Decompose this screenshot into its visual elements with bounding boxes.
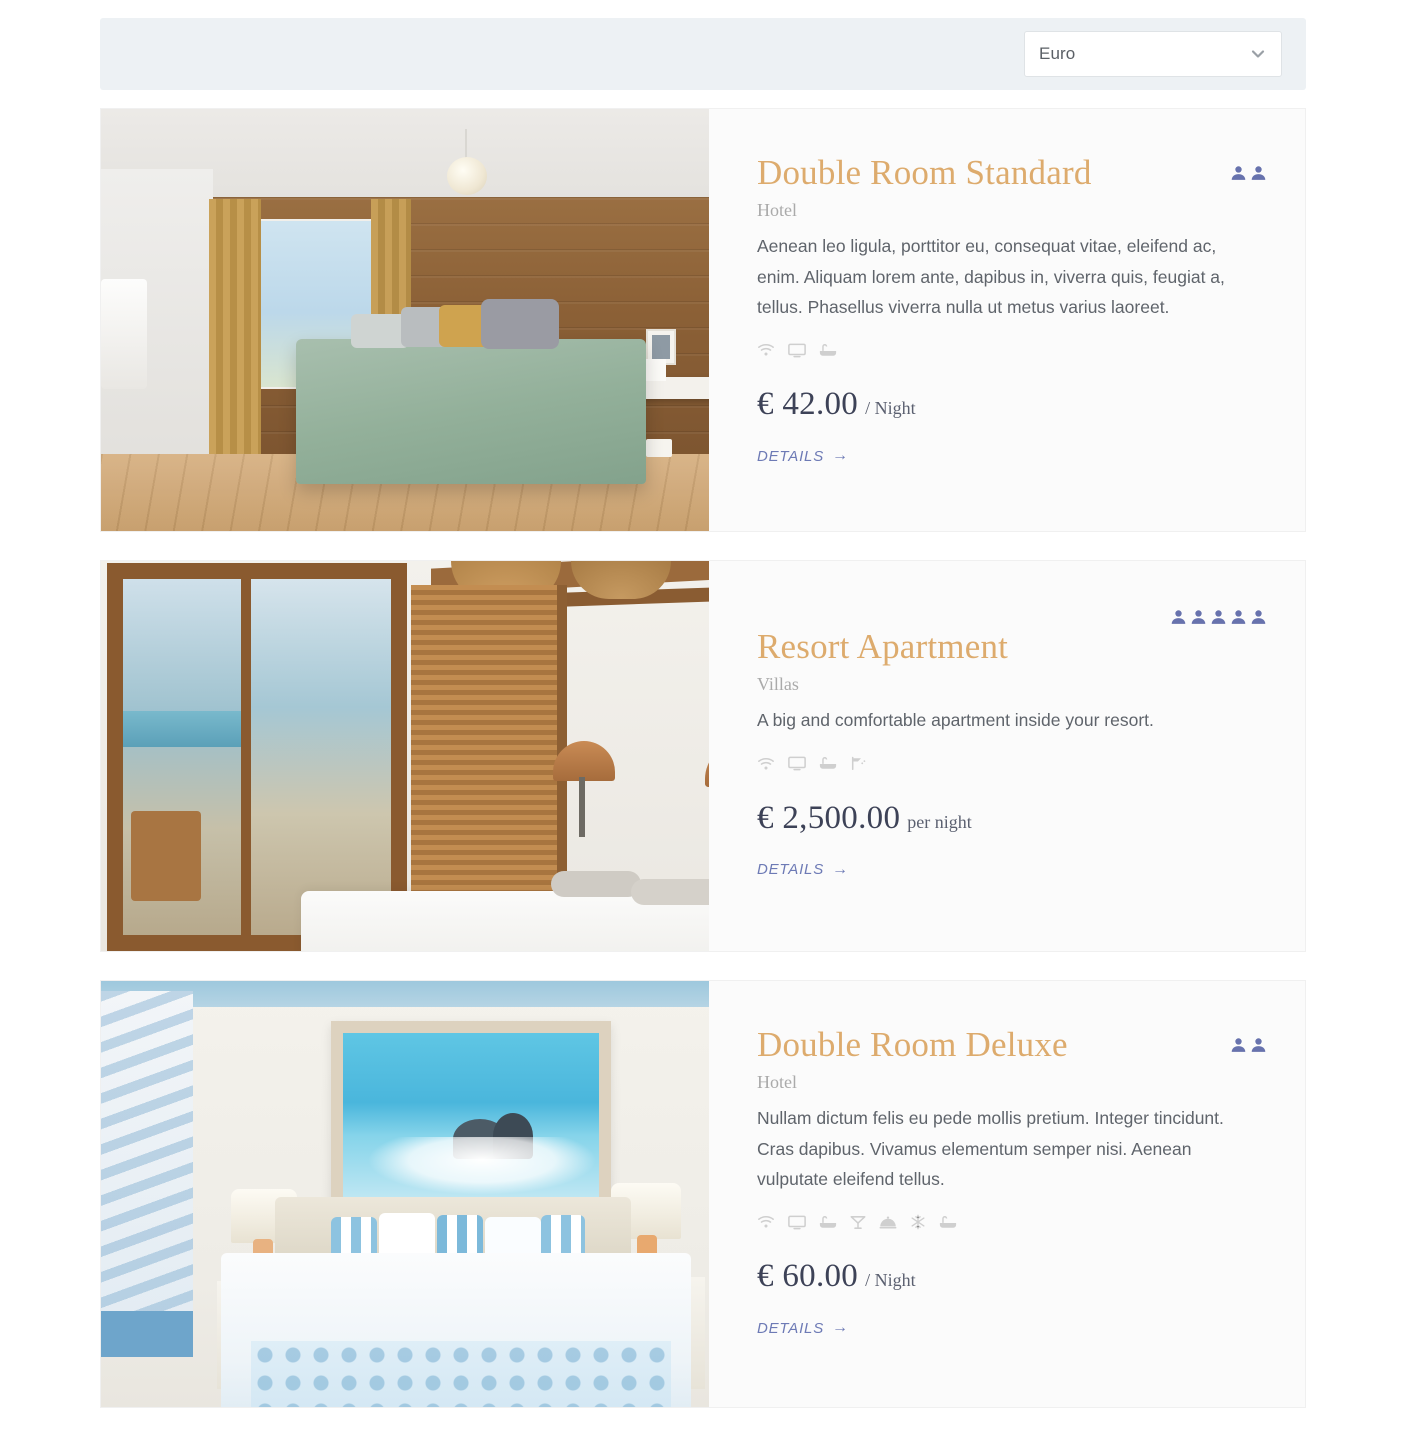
wifi-icon (757, 1215, 775, 1229)
bathtub-icon (819, 343, 837, 358)
price-amount: € 2,500.00 (757, 799, 901, 836)
guest-capacity (1230, 1037, 1267, 1054)
room-description: A big and comfortable apartment inside y… (757, 710, 1154, 731)
bathtub-icon (819, 1215, 837, 1230)
room-info: Double Room Standard Hotel Aenean leo li… (709, 109, 1305, 531)
arrow-right-icon: → (832, 447, 849, 465)
details-link[interactable]: DETAILS → (757, 1319, 849, 1337)
guest-capacity (1170, 609, 1267, 626)
room-title: Double Room Deluxe (757, 1025, 1068, 1064)
person-icon (1250, 609, 1267, 626)
room-card[interactable]: Double Room Standard Hotel Aenean leo li… (100, 108, 1306, 532)
person-icon (1230, 1037, 1247, 1054)
room-card[interactable]: Double Room Deluxe Hotel Nullam dictum f… (100, 980, 1306, 1408)
price-unit: / Night (865, 398, 916, 419)
arrow-right-icon: → (832, 860, 849, 878)
person-icon (1210, 609, 1227, 626)
room-category: Villas (757, 674, 799, 695)
currency-select-value: Euro (1039, 44, 1076, 63)
room-card-list: Double Room Standard Hotel Aenean leo li… (100, 108, 1306, 1436)
person-icon (1250, 1037, 1267, 1054)
guest-capacity (1230, 165, 1267, 182)
price-row: € 2,500.00 per night (757, 800, 1257, 837)
cocktail-icon (850, 1215, 866, 1230)
price-unit: / Night (865, 1270, 916, 1291)
arrow-right-icon: → (832, 1319, 849, 1337)
room-category: Hotel (757, 200, 797, 221)
price-unit: per night (907, 811, 972, 832)
listing-toolbar: Euro (100, 18, 1306, 90)
shower-icon (850, 756, 868, 771)
person-icon (1190, 609, 1207, 626)
room-info: Resort Apartment Villas A big and comfor… (709, 561, 1305, 951)
amenity-list (757, 340, 1257, 360)
details-label: DETAILS (757, 447, 825, 465)
price-amount: € 60.00 (757, 1258, 859, 1295)
room-description: Nullam dictum felis eu pede mollis preti… (757, 1108, 1224, 1189)
bathtub-icon (819, 756, 837, 771)
details-link[interactable]: DETAILS → (757, 861, 849, 879)
room-photo-resort-apartment (101, 561, 709, 951)
currency-select[interactable]: Euro (1024, 31, 1282, 77)
tv-icon (788, 343, 806, 358)
tv-icon (788, 756, 806, 771)
room-image (101, 109, 709, 531)
person-icon (1250, 165, 1267, 182)
room-title: Resort Apartment (757, 627, 1009, 666)
room-title: Double Room Standard (757, 153, 1092, 192)
room-image (101, 981, 709, 1407)
wifi-icon (757, 757, 775, 771)
person-icon (1230, 609, 1247, 626)
amenity-list (757, 754, 1257, 774)
air-conditioning-icon (910, 1214, 926, 1230)
tv-icon (788, 1215, 806, 1230)
room-card[interactable]: Resort Apartment Villas A big and comfor… (100, 560, 1306, 952)
room-info: Double Room Deluxe Hotel Nullam dictum f… (709, 981, 1305, 1407)
room-listing-page: Euro Double Room Standard Hotel Aenean l… (0, 0, 1412, 1408)
details-label: DETAILS (757, 861, 825, 879)
room-photo-double-deluxe (101, 981, 709, 1407)
person-icon (1170, 609, 1187, 626)
details-link[interactable]: DETAILS → (757, 447, 849, 465)
price-row: € 60.00 / Night (757, 1258, 1257, 1295)
price-amount: € 42.00 (757, 386, 859, 423)
room-service-icon (879, 1215, 897, 1230)
details-label: DETAILS (757, 1319, 825, 1337)
price-row: € 42.00 / Night (757, 386, 1257, 423)
wifi-icon (757, 343, 775, 357)
room-category: Hotel (757, 1072, 797, 1093)
chevron-down-icon (1249, 45, 1267, 63)
amenity-list (757, 1212, 1257, 1232)
bathtub-icon (939, 1215, 957, 1230)
room-photo-double-standard (101, 109, 709, 531)
person-icon (1230, 165, 1247, 182)
room-image (101, 561, 709, 951)
room-description: Aenean leo ligula, porttitor eu, consequ… (757, 236, 1225, 317)
